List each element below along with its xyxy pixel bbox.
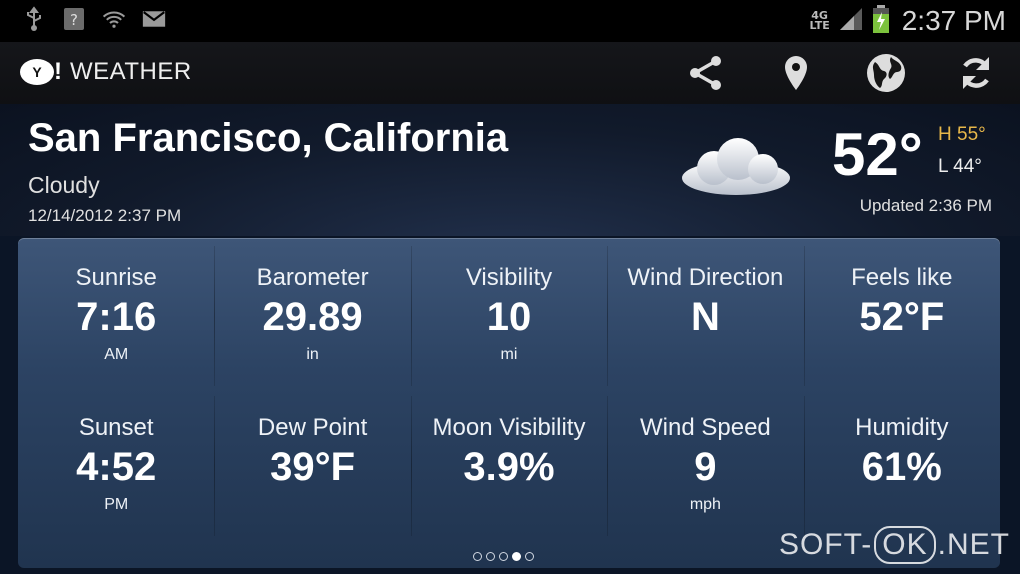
app-brand: Y ! WEATHER (20, 58, 192, 86)
detail-visibility: Visibility 10 mi (410, 246, 607, 406)
detail-moon-visibility: Moon Visibility 3.9% (410, 396, 607, 556)
cloudy-icon (676, 134, 792, 204)
detail-wind-speed: Wind Speed 9 mph (607, 396, 803, 556)
notification-icons: ? (22, 6, 166, 32)
detail-value: 3.9% (463, 445, 555, 489)
battery-charging-icon (872, 4, 890, 38)
network-type: 4G LTE (809, 9, 830, 32)
detail-label: Sunrise (75, 264, 157, 291)
details-panel[interactable]: Sunrise 7:16 AM Barometer 29.89 in Visib… (18, 238, 1000, 568)
details-grid: Sunrise 7:16 AM Barometer 29.89 in Visib… (18, 238, 1000, 568)
location-pin-icon (785, 56, 807, 90)
clock: 2:37 PM (901, 5, 1006, 36)
detail-label: Visibility (465, 264, 553, 291)
detail-value: 39°F (270, 445, 356, 489)
detail-label: Wind Speed (640, 414, 771, 441)
globe-button[interactable] (862, 50, 910, 96)
current-temperature: 52° (832, 121, 923, 188)
yahoo-logo-icon: Y (20, 59, 54, 85)
watermark-right: .NET (937, 528, 1010, 561)
low-temperature: L 44° (938, 156, 982, 177)
gmail-icon (142, 6, 166, 32)
signal-icon (838, 6, 864, 36)
high-temperature: H 55° (938, 124, 986, 145)
detail-value: 61% (861, 445, 942, 489)
app-title: WEATHER (70, 58, 192, 85)
detail-label: Feels like (851, 264, 953, 291)
page-dot[interactable] (473, 552, 482, 561)
action-bar (682, 50, 1000, 96)
detail-label: Humidity (855, 414, 949, 441)
system-indicators: 4G LTE 2:37 PM (809, 4, 1006, 38)
detail-label: Moon Visibility (432, 414, 586, 441)
page-indicator[interactable] (473, 552, 534, 561)
detail-value: N (690, 295, 720, 339)
detail-unit: PM (104, 496, 129, 513)
wifi-icon (102, 6, 126, 32)
page-dot[interactable] (499, 552, 508, 561)
updated-time: Updated 2:36 PM (859, 196, 992, 215)
page-dot[interactable] (512, 552, 521, 561)
location-button[interactable] (772, 50, 820, 96)
detail-label: Barometer (256, 264, 369, 291)
location-name[interactable]: San Francisco, California (28, 116, 508, 161)
page-dot[interactable] (486, 552, 495, 561)
detail-feels-like: Feels like 52°F (803, 246, 1000, 406)
detail-label: Dew Point (257, 414, 368, 441)
globe-icon (867, 54, 905, 92)
detail-wind-direction: Wind Direction N (607, 246, 803, 406)
watermark-ok: OK (874, 526, 936, 564)
page-dot[interactable] (525, 552, 534, 561)
local-datetime: 12/14/2012 2:37 PM (28, 206, 182, 225)
app-bar: Y ! WEATHER (0, 42, 1020, 105)
detail-unit: mi (500, 346, 518, 363)
detail-value: 29.89 (262, 295, 363, 339)
svg-text:?: ? (70, 11, 78, 29)
detail-sunrise: Sunrise 7:16 AM (18, 256, 214, 406)
detail-label: Sunset (78, 414, 154, 441)
detail-sunset: Sunset 4:52 PM (18, 406, 214, 556)
yahoo-logo-mark: ! (54, 58, 62, 85)
unknown-notification-icon: ? (62, 6, 86, 32)
refresh-button[interactable] (952, 50, 1000, 96)
status-bar: ? 4G LTE 2:37 PM (0, 0, 1020, 42)
refresh-icon (963, 57, 989, 89)
detail-unit: in (306, 346, 319, 363)
detail-dew-point: Dew Point 39°F (214, 396, 410, 556)
detail-value: 52°F (859, 295, 945, 339)
detail-value: 4:52 (76, 445, 157, 489)
share-icon (690, 56, 721, 90)
detail-value: 9 (694, 445, 717, 489)
current-conditions: San Francisco, California Cloudy 12/14/2… (0, 104, 1020, 236)
watermark: SOFT- OK .NET (779, 526, 1010, 564)
detail-value: 7:16 (76, 295, 157, 339)
detail-value: 10 (486, 295, 532, 339)
share-button[interactable] (682, 50, 730, 96)
usb-icon (22, 6, 46, 32)
detail-barometer: Barometer 29.89 in (214, 246, 410, 406)
detail-unit: AM (104, 346, 129, 363)
watermark-left: SOFT- (778, 528, 873, 561)
detail-label: Wind Direction (627, 264, 784, 291)
condition-text: Cloudy (28, 172, 100, 198)
detail-unit: mph (689, 496, 721, 513)
